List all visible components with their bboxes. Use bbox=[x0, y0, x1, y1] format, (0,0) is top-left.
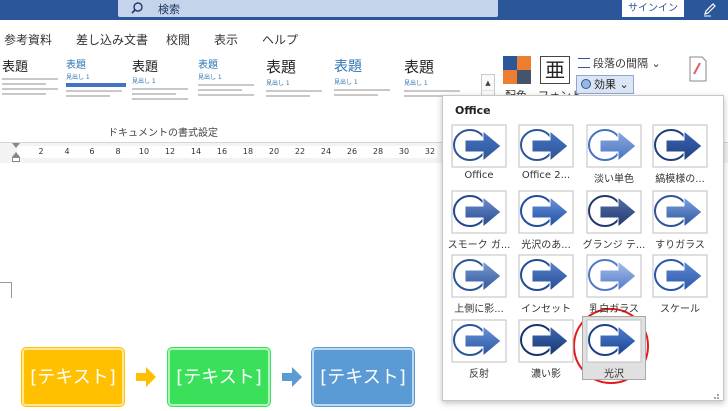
effects-button[interactable]: 効果 ⌄ bbox=[576, 75, 634, 94]
effect-thumbnail-icon bbox=[518, 319, 574, 363]
effect-option-label: すりガラス bbox=[655, 240, 705, 251]
style-tile[interactable]: 表題 見出し 1 bbox=[334, 56, 396, 118]
effect-thumbnail-icon bbox=[518, 124, 574, 168]
effect-option[interactable]: すりガラス bbox=[646, 189, 714, 251]
resize-grip-icon[interactable] bbox=[710, 392, 720, 400]
effect-option-label: Office 2... bbox=[521, 170, 571, 181]
group-label: ドキュメントの書式設定 bbox=[108, 128, 218, 139]
effect-thumbnail-icon bbox=[451, 319, 507, 363]
effect-thumbnail-icon bbox=[652, 254, 708, 298]
effect-option-label: 乳白ガラス bbox=[589, 304, 639, 315]
scroll-up-icon[interactable]: ▲ bbox=[482, 75, 494, 91]
effect-option[interactable]: 縞模様の... bbox=[646, 123, 714, 185]
style-tile-heading: 表題 bbox=[334, 59, 362, 75]
style-tile[interactable]: 表題 見出し 1 bbox=[66, 56, 128, 118]
effect-option[interactable]: 淡い単色 bbox=[580, 123, 648, 185]
paragraph-spacing-button[interactable]: 段落の間隔 ⌄ bbox=[578, 55, 661, 71]
effect-option[interactable]: 上側に影... bbox=[445, 253, 513, 315]
effect-thumbnail-icon bbox=[652, 124, 708, 168]
style-tile-sub: 見出し 1 bbox=[66, 74, 90, 81]
ribbon-tabs: 参考資料 差し込み文書 校閲 表示 ヘルプ bbox=[0, 20, 728, 50]
style-tile[interactable]: 表題 見出し 1 bbox=[132, 56, 194, 118]
search-placeholder: 検索 bbox=[158, 3, 180, 16]
effect-thumbnail-icon bbox=[451, 254, 507, 298]
effect-option-label: 光沢 bbox=[604, 369, 624, 380]
effect-thumbnail-icon bbox=[652, 190, 708, 234]
style-tile[interactable]: 表題 bbox=[2, 56, 64, 118]
style-tile-heading: 表題 bbox=[266, 58, 297, 76]
effect-thumbnail-icon bbox=[586, 319, 642, 363]
tab-view[interactable]: 表示 bbox=[214, 31, 238, 48]
effect-option-label: スケール bbox=[660, 304, 700, 315]
effect-option[interactable]: 光沢 bbox=[580, 316, 648, 380]
colors-icon[interactable] bbox=[503, 56, 531, 84]
effect-option[interactable]: 濃い影 bbox=[512, 318, 580, 380]
effect-option-label: スモーク ガ... bbox=[447, 240, 511, 251]
style-tile-sub: 見出し 1 bbox=[198, 74, 222, 81]
paragraph-spacing-label: 段落の間隔 bbox=[593, 57, 648, 70]
style-tile[interactable]: 表題 見出し 1 bbox=[266, 56, 328, 118]
style-tile-heading: 表題 bbox=[132, 60, 159, 75]
pen-icon[interactable] bbox=[702, 1, 718, 17]
effect-thumbnail-icon bbox=[586, 190, 642, 234]
smartart-box[interactable]: [テキスト] bbox=[168, 348, 270, 406]
tab-help[interactable]: ヘルプ bbox=[262, 31, 298, 48]
style-tile[interactable]: 表題 見出し 1 bbox=[198, 56, 260, 118]
style-tile-heading: 表題 bbox=[66, 60, 86, 71]
effect-option-label: 反射 bbox=[469, 369, 489, 380]
effect-option-label: 濃い影 bbox=[531, 369, 561, 380]
tab-review[interactable]: 校閲 bbox=[166, 31, 190, 48]
effect-option[interactable]: 反射 bbox=[445, 318, 513, 380]
effect-option[interactable]: インセット bbox=[512, 253, 580, 315]
effect-option[interactable]: グランジ テ... bbox=[580, 189, 648, 251]
paragraph-corner-mark bbox=[0, 282, 12, 298]
style-tile-sub: 見出し 1 bbox=[334, 79, 358, 86]
effect-thumbnail-icon bbox=[586, 254, 642, 298]
style-tile-heading: 表題 bbox=[404, 58, 435, 76]
effect-option[interactable]: 光沢のあ... bbox=[512, 189, 580, 251]
smartart-arrow[interactable] bbox=[134, 365, 158, 389]
watermark-icon[interactable] bbox=[688, 56, 708, 82]
effects-label: 効果 bbox=[594, 78, 616, 91]
effect-option-label: Office bbox=[464, 170, 494, 181]
effect-option-label: グランジ テ... bbox=[582, 240, 646, 251]
style-tile-sub: 見出し 1 bbox=[132, 78, 156, 85]
fonts-icon[interactable]: 亜 bbox=[540, 56, 570, 84]
effect-option[interactable]: スモーク ガ... bbox=[445, 189, 513, 251]
paragraph-spacing-icon bbox=[578, 58, 590, 68]
smartart-box[interactable]: [テキスト] bbox=[312, 348, 414, 406]
effect-option-label: 縞模様の... bbox=[655, 174, 705, 185]
search-box[interactable]: 検索 bbox=[118, 0, 498, 17]
title-bar: 検索 サインイン bbox=[0, 0, 728, 20]
search-icon bbox=[131, 2, 143, 14]
effects-icon bbox=[581, 79, 591, 89]
effect-thumbnail-icon bbox=[451, 124, 507, 168]
tab-references[interactable]: 参考資料 bbox=[4, 31, 52, 48]
effect-thumbnail-icon bbox=[451, 190, 507, 234]
effect-option-label: インセット bbox=[521, 304, 571, 315]
tab-mailings[interactable]: 差し込み文書 bbox=[76, 31, 148, 48]
style-tile-sub: 見出し 1 bbox=[266, 80, 290, 87]
effect-thumbnail-icon bbox=[518, 254, 574, 298]
word-window: 検索 サインイン 参考資料 差し込み文書 校閲 表示 ヘルプ 表題 表題 見出し… bbox=[0, 0, 728, 411]
style-tile-heading: 表題 bbox=[198, 60, 218, 71]
effect-option[interactable]: Office bbox=[445, 123, 513, 185]
signin-button[interactable]: サインイン bbox=[622, 0, 684, 17]
effect-option[interactable]: 乳白ガラス bbox=[580, 253, 648, 315]
effect-option-label: 光沢のあ... bbox=[521, 240, 571, 251]
effect-option-label: 淡い単色 bbox=[594, 174, 634, 185]
effect-option[interactable]: スケール bbox=[646, 253, 714, 315]
smartart-box[interactable]: [テキスト] bbox=[22, 348, 124, 406]
effect-thumbnail-icon bbox=[586, 124, 642, 168]
effect-option[interactable]: Office 2... bbox=[512, 123, 580, 185]
effect-thumbnail-icon bbox=[518, 190, 574, 234]
effect-option-label: 上側に影... bbox=[454, 304, 504, 315]
style-tile-sub: 見出し 1 bbox=[404, 80, 428, 87]
effects-group-heading: Office bbox=[455, 104, 491, 117]
style-tile-heading: 表題 bbox=[2, 60, 29, 75]
smartart-arrow[interactable] bbox=[280, 365, 304, 389]
